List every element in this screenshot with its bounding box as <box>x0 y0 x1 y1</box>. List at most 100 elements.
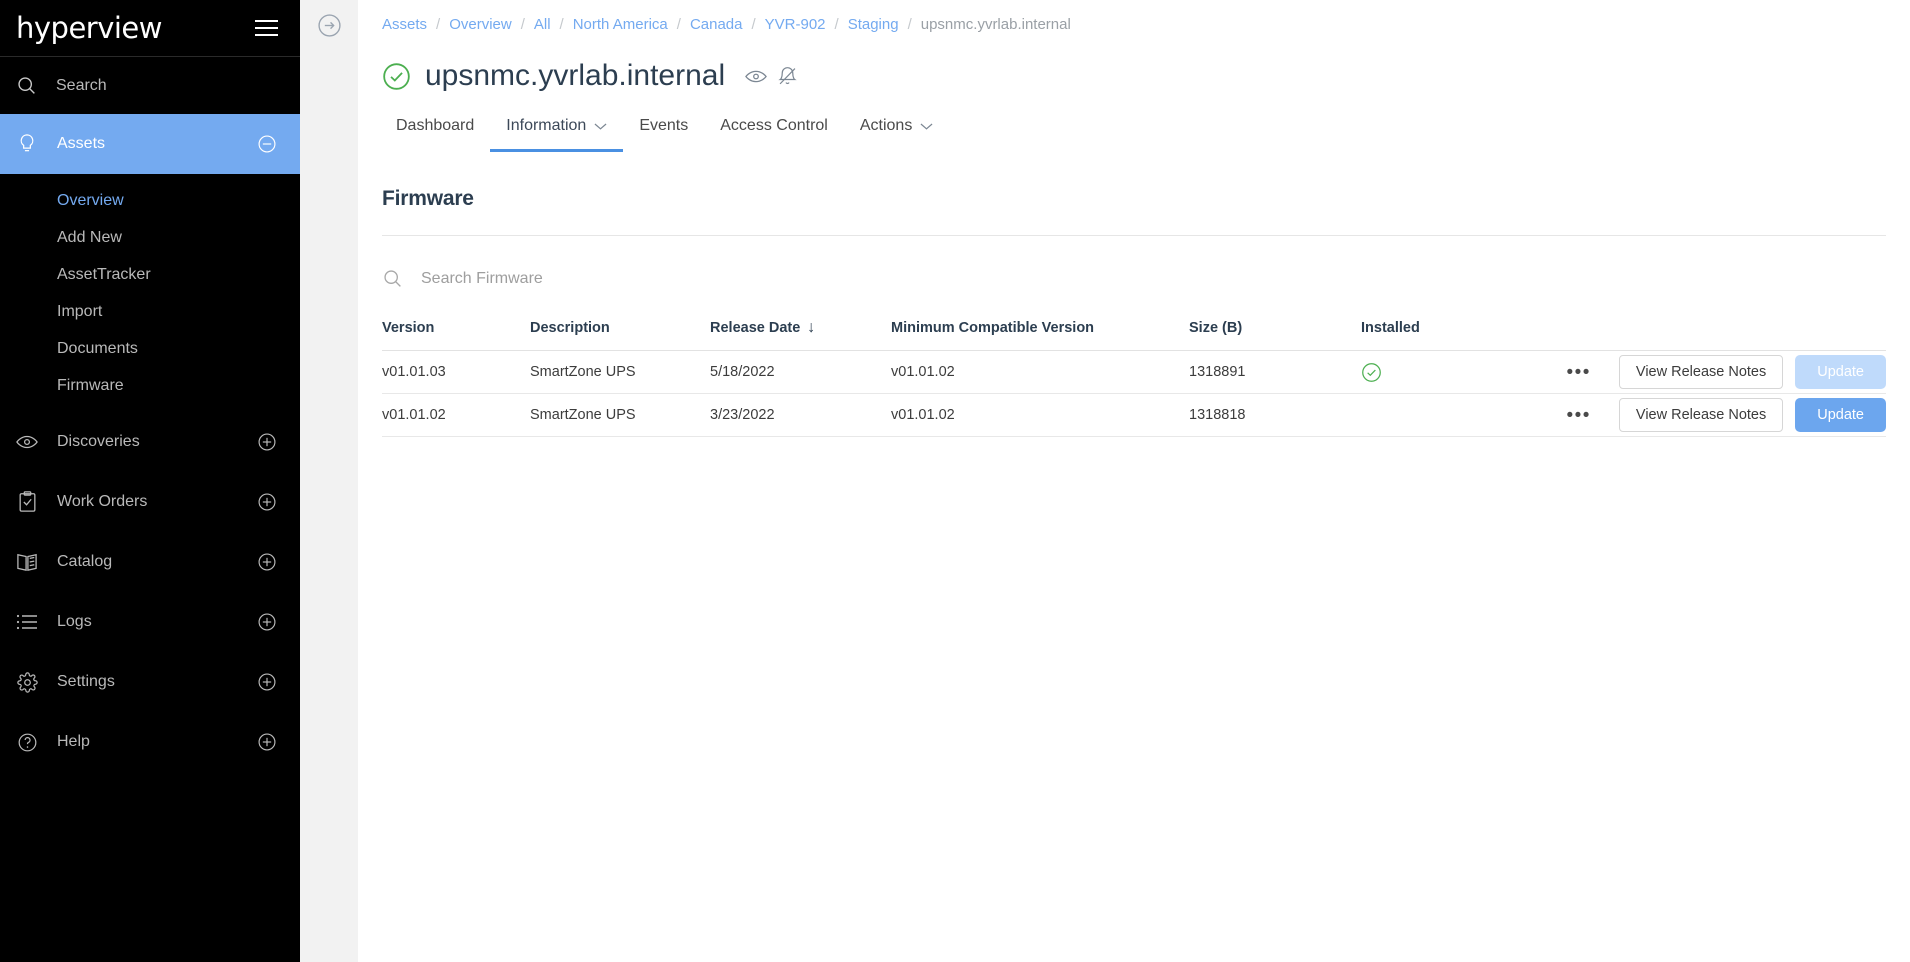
sidebar-subitem-label: Documents <box>57 339 138 357</box>
ellipsis-icon[interactable]: ••• <box>1566 363 1590 382</box>
tab-events[interactable]: Events <box>623 117 704 152</box>
main-content: Assets / Overview / All / North America … <box>358 0 1910 962</box>
sidebar-subitem-label: Add New <box>57 228 122 246</box>
minus-circle-icon[interactable] <box>256 134 278 154</box>
tab-bar: Dashboard Information Events Access Cont… <box>358 93 1910 153</box>
breadcrumb-separator: / <box>907 16 912 33</box>
brand-logo: hyperview <box>16 10 163 45</box>
column-header-release-date[interactable]: Release Date ↓ <box>710 319 891 337</box>
breadcrumb-separator: / <box>676 16 681 33</box>
tab-actions[interactable]: Actions <box>844 117 949 152</box>
view-release-notes-button[interactable]: View Release Notes <box>1618 398 1784 432</box>
chevron-down-icon <box>920 122 933 131</box>
cell-version: v01.01.02 <box>382 407 446 423</box>
cell-installed <box>1361 362 1546 383</box>
book-icon <box>16 552 38 572</box>
sidebar-item-logs[interactable]: Logs <box>0 592 300 652</box>
sidebar-subitem-label: AssetTracker <box>57 265 151 283</box>
gear-icon <box>16 671 38 693</box>
cell-description: SmartZone UPS <box>530 364 636 380</box>
breadcrumb-item-all[interactable]: All <box>534 16 551 33</box>
breadcrumb-item-assets[interactable]: Assets <box>382 16 427 33</box>
sidebar-item-firmware[interactable]: Firmware <box>0 367 300 404</box>
check-circle-icon <box>1361 362 1382 383</box>
sidebar-item-assets[interactable]: Assets <box>0 114 300 174</box>
arrow-right-circle-icon[interactable] <box>317 13 342 38</box>
tab-dashboard[interactable]: Dashboard <box>380 117 490 152</box>
table-header-row: Version Description Release Date ↓ Minim… <box>382 319 1886 351</box>
sidebar-item-work-orders[interactable]: Work Orders <box>0 472 300 532</box>
breadcrumb-item-overview[interactable]: Overview <box>449 16 512 33</box>
search-input[interactable]: Search Firmware <box>421 270 543 288</box>
column-header-label: Release Date <box>710 320 801 336</box>
page-title-row: upsnmc.yvrlab.internal <box>358 33 1910 93</box>
column-header-version[interactable]: Version <box>382 320 530 336</box>
clipboard-check-icon <box>16 491 38 513</box>
sidebar-item-import[interactable]: Import <box>0 293 300 330</box>
search-icon <box>382 268 403 289</box>
cell-minimum-compatible-version: v01.01.02 <box>891 407 955 423</box>
sidebar-item-settings[interactable]: Settings <box>0 652 300 712</box>
breadcrumb-item-staging[interactable]: Staging <box>848 16 899 33</box>
plus-circle-icon[interactable] <box>256 492 278 512</box>
column-header-description[interactable]: Description <box>530 320 710 336</box>
sidebar-item-label: Logs <box>57 613 92 630</box>
sidebar-item-help[interactable]: Help <box>0 712 300 772</box>
cell-minimum-compatible-version: v01.01.02 <box>891 364 955 380</box>
hamburger-menu-icon[interactable] <box>255 20 278 36</box>
sidebar-item-label: Help <box>57 733 90 750</box>
column-header-minimum-compatible-version[interactable]: Minimum Compatible Version <box>891 320 1189 336</box>
firmware-search[interactable]: Search Firmware <box>358 236 1910 289</box>
tab-information[interactable]: Information <box>490 117 624 152</box>
breadcrumb-item-yvr-902[interactable]: YVR-902 <box>765 16 826 33</box>
sort-descending-icon: ↓ <box>807 319 816 336</box>
sidebar-item-label: Discoveries <box>57 433 140 450</box>
bulb-icon <box>16 133 38 155</box>
section-title: Firmware <box>382 187 474 210</box>
sidebar-search-label: Search <box>56 76 107 94</box>
breadcrumb-separator: / <box>559 16 564 33</box>
search-icon <box>16 75 37 96</box>
eye-icon[interactable] <box>745 69 768 84</box>
page-title: upsnmc.yvrlab.internal <box>425 59 726 92</box>
sidebar-subitem-label: Firmware <box>57 376 124 394</box>
tab-label: Actions <box>859 117 913 134</box>
plus-circle-icon[interactable] <box>256 552 278 572</box>
sidebar-item-add-new[interactable]: Add New <box>0 219 300 256</box>
ellipsis-icon[interactable]: ••• <box>1566 406 1590 425</box>
firmware-table: Version Description Release Date ↓ Minim… <box>382 319 1886 437</box>
plus-circle-icon[interactable] <box>256 612 278 632</box>
bell-muted-icon[interactable] <box>777 65 798 87</box>
sidebar-item-assettracker[interactable]: AssetTracker <box>0 256 300 293</box>
eye-icon <box>16 434 38 450</box>
sidebar-item-label: Assets <box>57 135 106 152</box>
sidebar-item-discoveries[interactable]: Discoveries <box>0 412 300 472</box>
breadcrumb-separator: / <box>834 16 839 33</box>
column-header-size[interactable]: Size (B) <box>1189 320 1361 336</box>
table-row[interactable]: v01.01.02 SmartZone UPS 3/23/2022 v01.01… <box>382 394 1886 437</box>
sidebar: hyperview Search Assets Overview Add New… <box>0 0 300 962</box>
sidebar-item-catalog[interactable]: Catalog <box>0 532 300 592</box>
table-row[interactable]: v01.01.03 SmartZone UPS 5/18/2022 v01.01… <box>382 351 1886 394</box>
cell-version: v01.01.03 <box>382 364 446 380</box>
cell-actions: ••• View Release Notes Update <box>1546 355 1886 389</box>
cell-actions: ••• View Release Notes Update <box>1546 398 1886 432</box>
cell-size: 1318818 <box>1189 407 1246 423</box>
collapse-rail <box>300 0 358 962</box>
view-release-notes-button[interactable]: View Release Notes <box>1618 355 1784 389</box>
breadcrumb-current: upsnmc.yvrlab.internal <box>920 16 1071 33</box>
sidebar-item-documents[interactable]: Documents <box>0 330 300 367</box>
plus-circle-icon[interactable] <box>256 732 278 752</box>
plus-circle-icon[interactable] <box>256 432 278 452</box>
breadcrumb-item-north-america[interactable]: North America <box>573 16 668 33</box>
update-button[interactable]: Update <box>1795 398 1886 432</box>
column-header-installed[interactable]: Installed <box>1361 320 1546 336</box>
breadcrumb-separator: / <box>520 16 525 33</box>
plus-circle-icon[interactable] <box>256 672 278 692</box>
sidebar-subitem-label: Overview <box>57 191 124 209</box>
tab-access-control[interactable]: Access Control <box>704 117 844 152</box>
sidebar-item-overview[interactable]: Overview <box>0 174 300 219</box>
breadcrumb-item-canada[interactable]: Canada <box>690 16 743 33</box>
sidebar-search[interactable]: Search <box>0 57 300 114</box>
sidebar-item-label: Catalog <box>57 553 113 570</box>
